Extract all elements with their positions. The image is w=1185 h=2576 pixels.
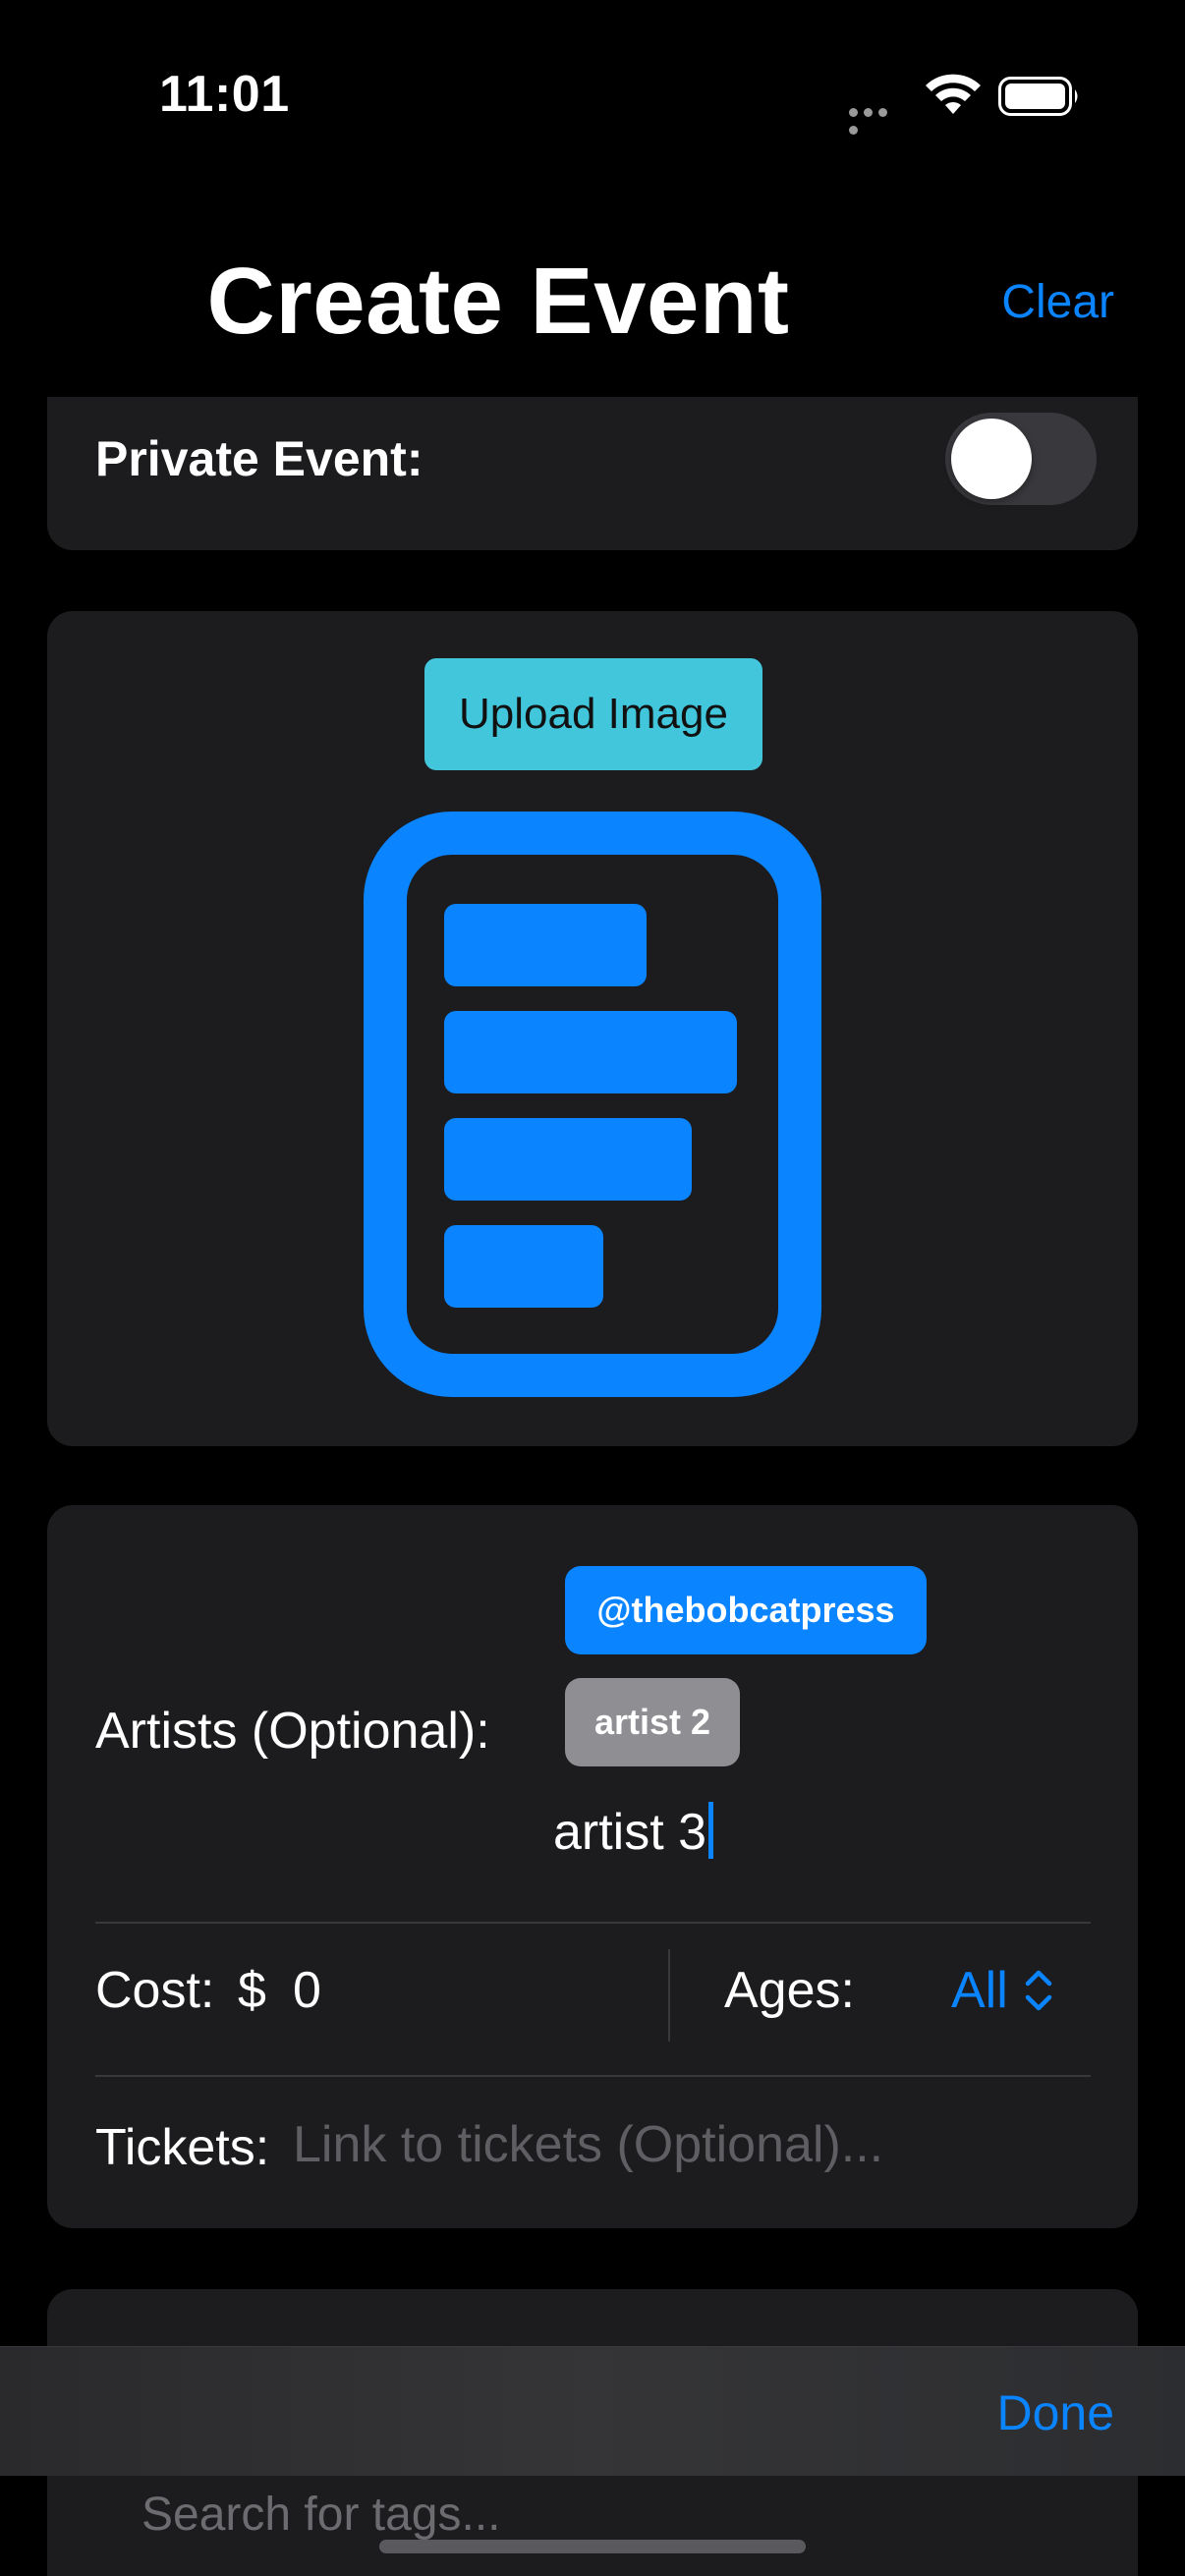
page-title: Create Event — [206, 249, 790, 354]
private-event-toggle[interactable] — [945, 413, 1097, 505]
done-button[interactable]: Done — [996, 2384, 1114, 2441]
private-event-card: Private Event: — [47, 397, 1138, 550]
home-indicator[interactable] — [379, 2540, 806, 2553]
cost-label: Cost: — [95, 1962, 215, 2019]
divider — [95, 1922, 1091, 1924]
clear-button[interactable]: Clear — [1001, 275, 1114, 329]
status-time: 11:01 — [159, 66, 290, 123]
divider — [95, 2075, 1091, 2077]
wifi-icon — [926, 74, 981, 114]
cost-input[interactable]: 0 — [293, 1961, 321, 2020]
artist-tag-chip[interactable]: artist 2 — [565, 1678, 740, 1766]
upload-image-button[interactable]: Upload Image — [424, 658, 762, 770]
artist-input[interactable]: artist 3 — [553, 1802, 714, 1862]
image-card: Upload Image — [47, 611, 1138, 1446]
cellular-signal-icon — [849, 104, 906, 135]
create-event-screen: 11:01 Create Event Clear Private Event: … — [0, 0, 1185, 2576]
ages-picker[interactable]: All — [951, 1961, 1055, 2020]
tickets-label: Tickets: — [95, 2119, 270, 2176]
artist-tag-chip[interactable]: @thebobcatpress — [565, 1566, 927, 1654]
details-card: Artists (Optional): @thebobcatpress arti… — [47, 1505, 1138, 2228]
private-event-label: Private Event: — [95, 431, 423, 486]
tags-search-input[interactable] — [141, 2480, 928, 2548]
artist-input-value: artist 3 — [553, 1804, 707, 1861]
artists-label: Artists (Optional): — [95, 1703, 490, 1760]
currency-symbol: $ — [238, 1962, 266, 2019]
toggle-knob — [951, 419, 1032, 499]
text-caret — [708, 1802, 714, 1859]
vertical-divider — [668, 1949, 670, 2042]
ages-label: Ages: — [724, 1962, 855, 2019]
chevron-up-down-icon — [1025, 1970, 1052, 2011]
ages-value: All — [951, 1962, 1008, 2019]
keyboard-accessory-bar: Done — [0, 2346, 1185, 2476]
document-list-icon — [364, 812, 821, 1397]
battery-icon — [998, 77, 1078, 116]
tickets-link-input[interactable] — [293, 2110, 1079, 2179]
